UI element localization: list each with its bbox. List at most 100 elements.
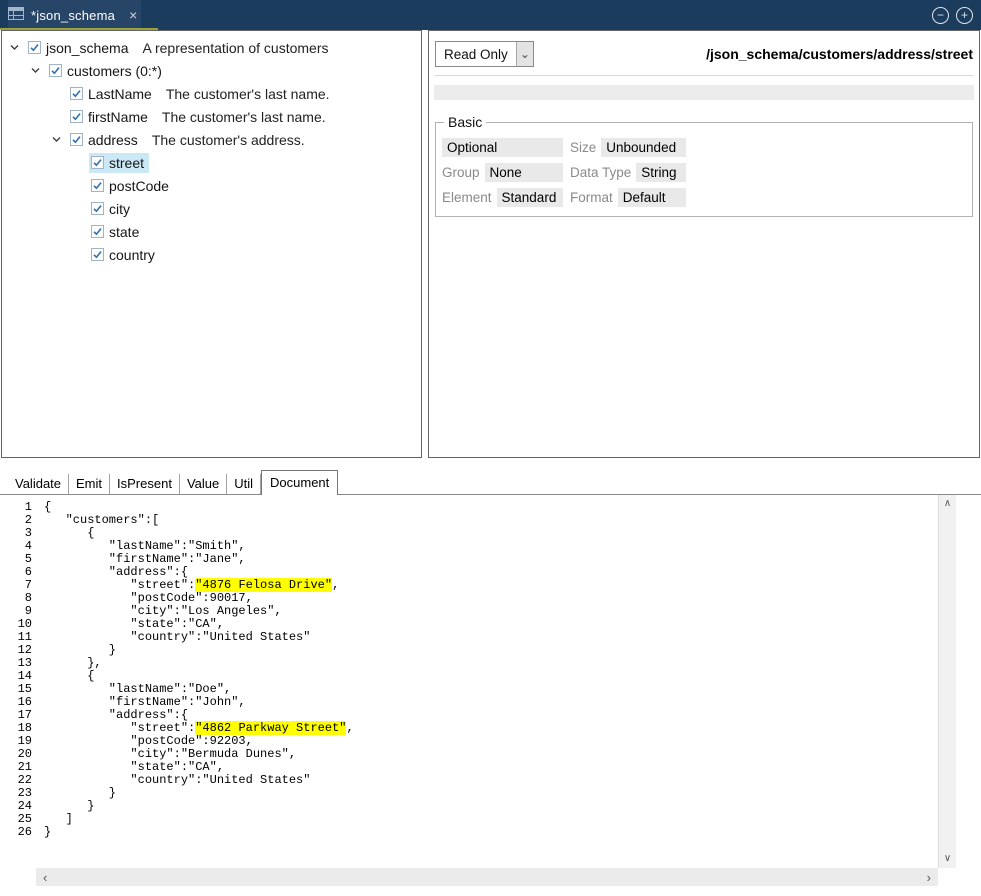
- search-highlight: "4876 Felosa Drive": [195, 578, 332, 592]
- code-segment: ,: [346, 721, 353, 735]
- tree-node[interactable]: state: [89, 222, 144, 242]
- code-line-11: 11 "country":"United States": [8, 631, 938, 644]
- tree-item-json-schema[interactable]: json_schemaA representation of customers: [2, 36, 421, 59]
- property-row: OptionalSizeUnbounded: [442, 138, 966, 157]
- document-tab-title: *json_schema: [31, 8, 115, 23]
- tree-item-label: firstName: [88, 109, 148, 125]
- code-segment: "state":"CA",: [44, 617, 224, 631]
- tree-item-description: The customer's address.: [152, 132, 305, 148]
- minus-icon: −: [937, 8, 944, 22]
- code-line-22: 22 "country":"United States": [8, 774, 938, 787]
- tab-document[interactable]: Document: [261, 470, 338, 495]
- property-cell: GroupNone: [442, 163, 563, 182]
- tree-node[interactable]: city: [89, 199, 135, 219]
- basic-properties: OptionalSizeUnbounded GroupNone Data Type S…: [442, 138, 966, 207]
- vertical-scrollbar[interactable]: ∧ ∨: [938, 495, 956, 868]
- main-area: json_schemaA representation of customers…: [0, 30, 981, 460]
- tree-item-country[interactable]: country: [2, 243, 421, 266]
- tree-item-street[interactable]: street: [2, 151, 421, 174]
- code-segment: }: [44, 786, 116, 800]
- tree-item-label: address: [88, 132, 138, 148]
- code-line-24: 24 }: [8, 800, 938, 813]
- basic-group: Basic OptionalSizeUnbounded GroupNone Data…: [435, 114, 973, 217]
- property-label: Data Type: [570, 165, 631, 180]
- tree-node[interactable]: firstName: [68, 107, 153, 127]
- code-segment: "lastName":"Smith",: [44, 539, 246, 553]
- tab-util[interactable]: Util: [227, 474, 261, 494]
- tree-node[interactable]: country: [89, 245, 160, 265]
- code-segment: {: [44, 500, 51, 514]
- tree-item-label: customers (0:*): [67, 63, 162, 79]
- tree-item-state[interactable]: state: [2, 220, 421, 243]
- code-segment: "country":"United States": [44, 773, 310, 787]
- scroll-down-icon[interactable]: ∨: [944, 854, 951, 864]
- close-icon[interactable]: ×: [129, 8, 137, 22]
- chevron-down-icon[interactable]: ⌄: [516, 42, 533, 66]
- scroll-up-icon[interactable]: ∧: [944, 499, 951, 509]
- tab-value[interactable]: Value: [180, 474, 227, 494]
- tree-item-postcode[interactable]: postCode: [2, 174, 421, 197]
- tree-item-customers-0[interactable]: customers (0:*): [2, 59, 421, 82]
- tree-node[interactable]: address: [68, 130, 143, 150]
- property-row: ElementStandardFormatDefault: [442, 188, 966, 207]
- active-tab-underline: [0, 28, 158, 30]
- code-line-25: 25 ]: [8, 813, 938, 826]
- tree-item-city[interactable]: city: [2, 197, 421, 220]
- code-segment: "city":"Los Angeles",: [44, 604, 282, 618]
- tab-validate[interactable]: Validate: [8, 474, 69, 494]
- tab-emit[interactable]: Emit: [69, 474, 110, 494]
- code-editor[interactable]: 1{2 "customers":[3 {4 "lastName":"Smith"…: [0, 495, 938, 868]
- mode-dropdown-value: Read Only: [436, 42, 516, 66]
- property-value: None: [485, 163, 563, 182]
- detail-header: Read Only ⌄ /json_schema/customers/addre…: [434, 36, 974, 76]
- code-segment: "postCode":92203,: [44, 734, 253, 748]
- code-segment: ]: [44, 812, 73, 826]
- property-cell: Data Type String: [570, 163, 686, 182]
- expand-circle-button[interactable]: +: [956, 7, 973, 24]
- chevron-expanded-icon[interactable]: [9, 42, 26, 53]
- element-icon: [91, 248, 104, 261]
- code-segment: }: [44, 799, 94, 813]
- scroll-left-icon[interactable]: ‹: [43, 871, 47, 884]
- tree-node[interactable]: customers (0:*): [47, 61, 167, 81]
- property-row: GroupNone Data Type String: [442, 163, 966, 182]
- tree-node[interactable]: LastName: [68, 84, 157, 104]
- titlebar-actions: − +: [932, 7, 973, 24]
- chevron-expanded-icon[interactable]: [51, 134, 68, 145]
- selected-node-path: /json_schema/customers/address/street: [706, 46, 973, 62]
- horizontal-scrollbar[interactable]: ‹ ›: [36, 868, 938, 886]
- tree-item-firstname[interactable]: firstNameThe customer's last name.: [2, 105, 421, 128]
- detail-panel: Read Only ⌄ /json_schema/customers/addre…: [428, 30, 980, 458]
- property-value: String: [636, 163, 686, 182]
- collapse-circle-button[interactable]: −: [932, 7, 949, 24]
- tree-item-label: postCode: [109, 178, 169, 194]
- tree-item-label: state: [109, 224, 139, 240]
- code-segment: "state":"CA",: [44, 760, 224, 774]
- tree-node[interactable]: postCode: [89, 176, 174, 196]
- bottom-panel: ValidateEmitIsPresentValueUtilDocument 1…: [0, 470, 981, 896]
- element-icon: [91, 225, 104, 238]
- code-line-26: 26}: [8, 826, 938, 839]
- tab-ispresent[interactable]: IsPresent: [110, 474, 180, 494]
- tree-node[interactable]: json_schema: [26, 38, 134, 58]
- scroll-right-icon[interactable]: ›: [927, 871, 931, 884]
- mode-dropdown[interactable]: Read Only ⌄: [435, 41, 534, 67]
- element-icon: [49, 64, 62, 77]
- tree-node-selected[interactable]: street: [89, 153, 149, 173]
- property-value: Optional: [442, 138, 563, 157]
- chevron-expanded-icon[interactable]: [30, 65, 47, 76]
- tree-item-lastname[interactable]: LastNameThe customer's last name.: [2, 82, 421, 105]
- code-line-2: 2 "customers":[: [8, 514, 938, 527]
- document-tab-json-schema[interactable]: *json_schema ×: [8, 0, 141, 30]
- code-segment: "address":{: [44, 708, 188, 722]
- basic-group-title: Basic: [444, 114, 486, 130]
- code-segment: "street":: [44, 578, 195, 592]
- code-segment: {: [44, 526, 94, 540]
- code-segment: }: [44, 643, 116, 657]
- property-label: Format: [570, 190, 613, 205]
- element-icon: [91, 202, 104, 215]
- bottom-tab-bar: ValidateEmitIsPresentValueUtilDocument: [0, 470, 981, 495]
- tree-item-address[interactable]: address The customer's address.: [2, 128, 421, 151]
- element-icon: [91, 156, 104, 169]
- code-segment: "city":"Bermuda Dunes",: [44, 747, 296, 761]
